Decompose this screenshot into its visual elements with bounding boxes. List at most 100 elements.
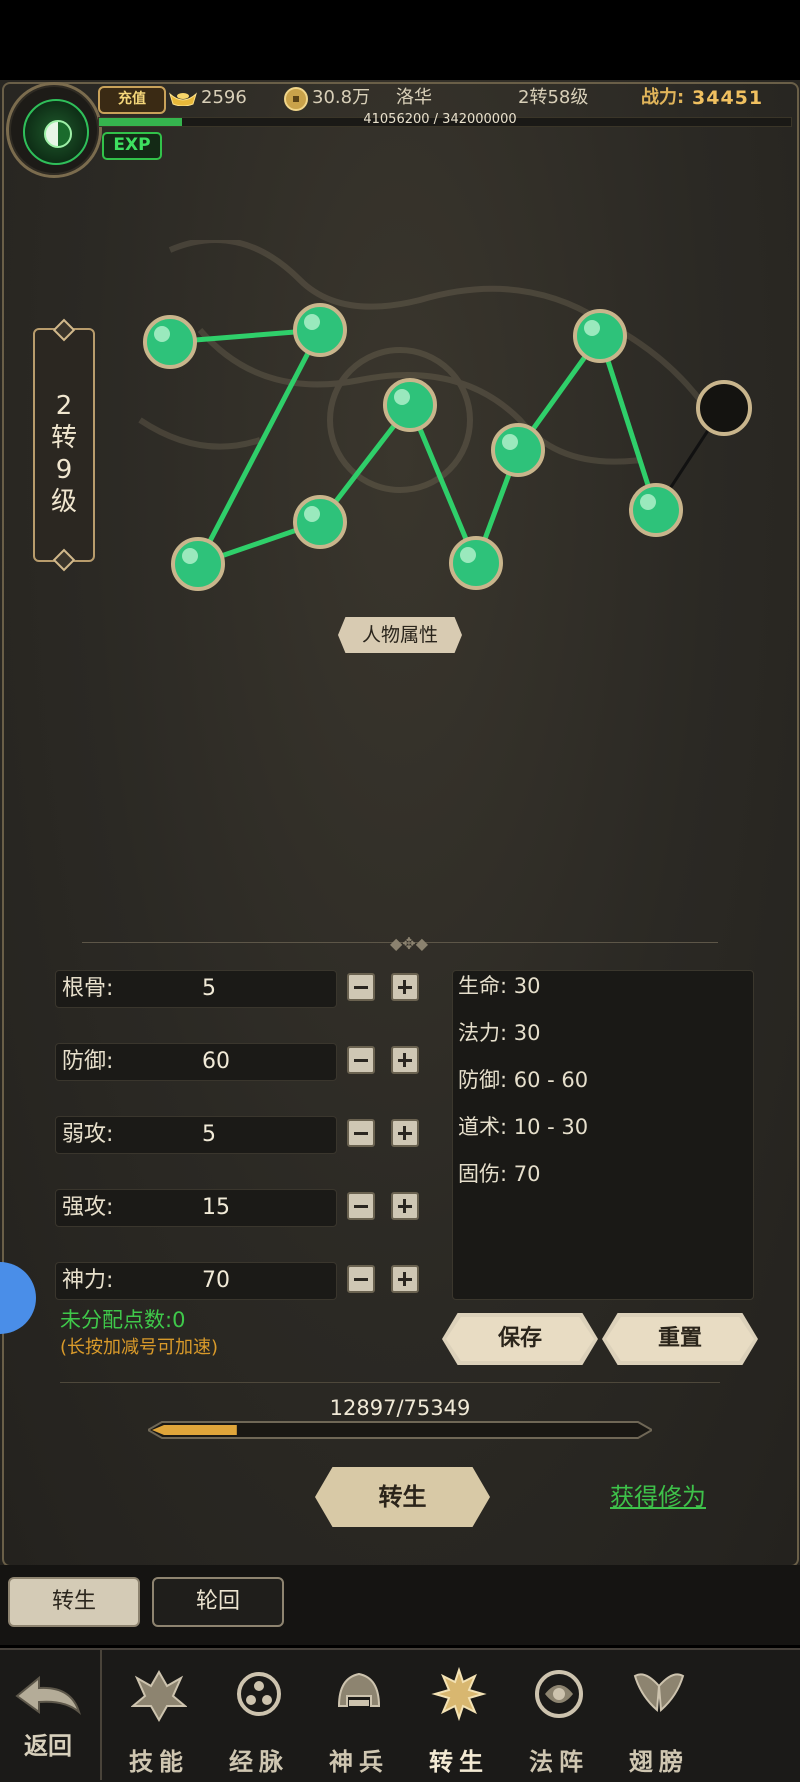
save-label: 保存 (497, 1326, 542, 1351)
reset-label: 重置 (657, 1326, 702, 1351)
recharge-button[interactable]: 充值 (98, 86, 166, 114)
acupoint-node-locked[interactable] (696, 380, 752, 436)
character-attributes-label: 人物属性 (338, 617, 462, 653)
attribute-result-panel: 生命: 30 法力: 30 防御: 60 - 60 道术: 10 - 30 固伤… (452, 970, 754, 1300)
cultivation-progress-bar (148, 1421, 652, 1439)
acupoint-node[interactable] (449, 536, 503, 590)
stat-field: 强攻: 15 (55, 1189, 337, 1227)
subtab-reincarnation[interactable]: 轮回 (152, 1577, 284, 1627)
result-defense: 防御: 60 - 60 (458, 1068, 589, 1092)
helmet-icon (337, 1672, 381, 1707)
stat-field: 弱攻: 5 (55, 1116, 337, 1154)
acupoint-node[interactable] (491, 423, 545, 477)
gold-ingot-icon (168, 92, 198, 106)
nav-meridians[interactable]: 经脉 (215, 1662, 303, 1780)
skills-icon (131, 1669, 187, 1722)
ingot-count: 2596 (201, 87, 247, 108)
acupoint-node[interactable] (383, 378, 437, 432)
stat-name: 弱攻: (62, 1122, 114, 1147)
decrease-button[interactable] (347, 1192, 375, 1220)
decrease-button[interactable] (347, 1046, 375, 1074)
yin-yang-icon (44, 120, 72, 148)
rebirth-button[interactable]: 转生 (315, 1467, 490, 1527)
formation-icon (535, 1670, 583, 1718)
nav-label: 法阵 (529, 1748, 589, 1776)
stat-field: 防御: 60 (55, 1043, 337, 1081)
stat-value: 15 (202, 1195, 230, 1220)
increase-button[interactable] (391, 1265, 419, 1293)
cultivation-text: 12897/75349 (329, 1396, 471, 1420)
stat-name: 强攻: (62, 1195, 114, 1220)
player-level: 2转58级 (518, 87, 589, 108)
stat-value: 60 (202, 1049, 230, 1074)
stat-value: 70 (202, 1268, 230, 1293)
nav-wings[interactable]: 翅膀 (615, 1662, 703, 1780)
stat-name: 防御: (62, 1049, 114, 1074)
back-button[interactable]: 返回 (8, 1672, 88, 1772)
result-taoism: 道术: 10 - 30 (458, 1115, 589, 1139)
result-mp: 法力: 30 (458, 1021, 541, 1045)
increase-button[interactable] (391, 973, 419, 1001)
subtab-rebirth[interactable]: 转生 (8, 1577, 140, 1627)
reset-button[interactable]: 重置 (602, 1313, 758, 1365)
copper-coin-icon (284, 87, 308, 111)
stat-value: 5 (202, 1122, 216, 1147)
acupoint-node[interactable] (143, 315, 197, 369)
nav-label: 技能 (129, 1748, 189, 1776)
decrease-button[interactable] (347, 1265, 375, 1293)
exp-text: 41056200 / 342000000 (363, 112, 517, 127)
status-bar (0, 0, 800, 80)
nav-label: 翅膀 (629, 1748, 689, 1776)
unallocated-points: 未分配点数:0 (60, 1308, 186, 1332)
acupoint-node[interactable] (293, 303, 347, 357)
nav-label: 转生 (429, 1748, 489, 1776)
wings-icon (633, 1673, 685, 1713)
long-press-hint: (长按加减号可加速) (60, 1337, 219, 1358)
stat-row-bone: 根骨: 5 (55, 970, 425, 1008)
result-fixed-damage: 固伤: 70 (458, 1162, 541, 1186)
coin-count: 30.8万 (312, 87, 371, 108)
nav-divine-weapon[interactable]: 神兵 (315, 1662, 403, 1780)
player-avatar[interactable] (6, 82, 102, 178)
stat-row-strong-attack: 强攻: 15 (55, 1189, 425, 1227)
decrease-button[interactable] (347, 1119, 375, 1147)
gain-cultivation-link[interactable]: 获得修为 (610, 1482, 706, 1512)
acupoint-node[interactable] (293, 495, 347, 549)
section-divider (60, 1382, 720, 1383)
increase-button[interactable] (391, 1046, 419, 1074)
back-label: 返回 (24, 1732, 72, 1760)
result-hp: 生命: 30 (458, 974, 541, 998)
player-name: 洛华 (396, 87, 432, 108)
stat-field: 神力: 70 (55, 1262, 337, 1300)
exp-bar-fill (99, 118, 183, 126)
stat-field: 根骨: 5 (55, 970, 337, 1008)
meridian-constellation (138, 240, 752, 591)
increase-button[interactable] (391, 1192, 419, 1220)
stat-name: 根骨: (62, 976, 114, 1001)
power-label: 战力: (641, 87, 685, 108)
nav-rebirth[interactable]: 转生 (415, 1662, 503, 1780)
acupoint-node[interactable] (629, 483, 683, 537)
rebirth-icon (431, 1666, 487, 1722)
exp-badge: EXP (102, 132, 162, 160)
power-value: 34451 (692, 87, 764, 109)
stat-row-defense: 防御: 60 (55, 1043, 425, 1081)
increase-button[interactable] (391, 1119, 419, 1147)
stat-value: 5 (202, 976, 216, 1001)
nav-label: 经脉 (229, 1748, 289, 1776)
nav-label: 神兵 (329, 1748, 389, 1776)
divider-ornament-icon: ◆✥◆ (390, 934, 429, 953)
stat-name: 神力: (62, 1268, 114, 1293)
acupoint-node[interactable] (573, 309, 627, 363)
save-button[interactable]: 保存 (442, 1313, 598, 1365)
stat-row-weak-attack: 弱攻: 5 (55, 1116, 425, 1154)
nav-skills[interactable]: 技能 (115, 1662, 203, 1780)
meridians-icon (237, 1672, 281, 1716)
acupoint-node[interactable] (171, 537, 225, 591)
decrease-button[interactable] (347, 973, 375, 1001)
cultivation-progress-fill (152, 1425, 237, 1435)
nav-formation[interactable]: 法阵 (515, 1662, 603, 1780)
taiji-emblem-icon (23, 99, 89, 165)
back-arrow-icon (15, 1675, 81, 1716)
stat-row-divine-power: 神力: 70 (55, 1262, 425, 1300)
